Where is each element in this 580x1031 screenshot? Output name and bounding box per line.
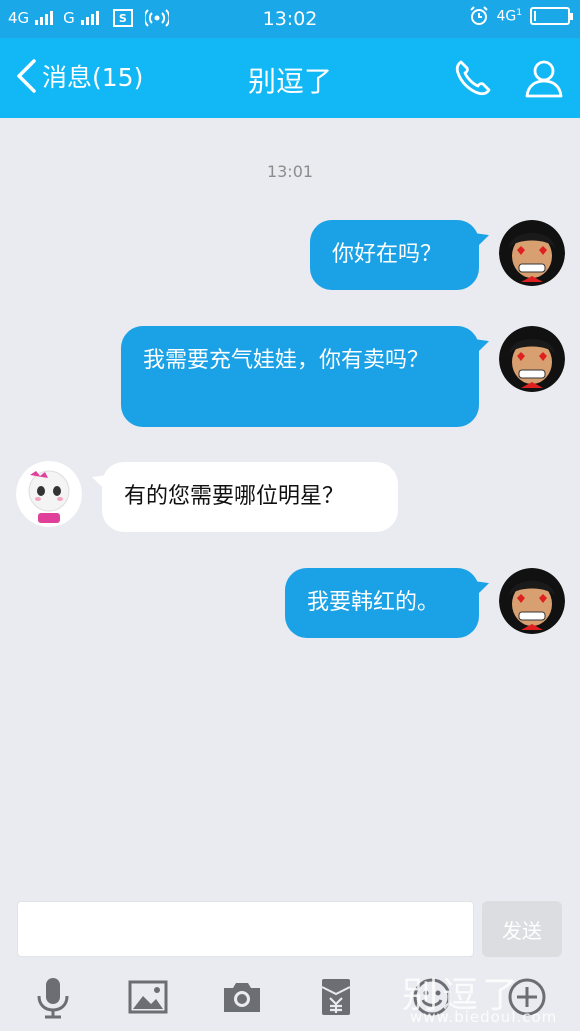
back-button[interactable]: 消息(15) <box>14 58 143 94</box>
send-button[interactable]: 发送 <box>482 901 562 957</box>
status-right: 4G1 <box>469 6 573 26</box>
profile-icon[interactable] <box>522 56 566 100</box>
camera-icon[interactable] <box>220 975 264 1019</box>
network-label-4g-right: 4G1 <box>496 7 523 25</box>
chevron-left-icon <box>17 59 36 93</box>
microphone-icon[interactable] <box>31 975 75 1019</box>
message-text: 有的您需要哪位明星？ <box>124 484 345 509</box>
message-bubble-incoming[interactable]: 有的您需要哪位明星？ <box>102 462 398 532</box>
message-input[interactable] <box>17 901 474 957</box>
emoji-icon[interactable] <box>410 975 454 1019</box>
message-bubble-outgoing[interactable]: 你好在吗？ <box>310 220 479 290</box>
back-label: 消息(15) <box>42 63 144 92</box>
status-bar: 4G G S 13:02 4G1 <box>0 0 580 38</box>
contact-avatar[interactable] <box>16 461 82 527</box>
message-text: 我要韩红的。 <box>307 590 440 615</box>
chat-timestamp: 13:01 <box>266 162 314 181</box>
my-avatar[interactable] <box>499 568 565 634</box>
message-bubble-outgoing[interactable]: 我要韩红的。 <box>285 568 479 638</box>
red-packet-icon[interactable] <box>314 975 358 1019</box>
battery-icon <box>530 7 573 25</box>
plus-icon[interactable] <box>505 975 549 1019</box>
chat-header: 消息(15) 别逗了 <box>0 38 580 118</box>
phone-icon[interactable] <box>451 56 495 100</box>
alarm-icon <box>469 6 488 25</box>
message-bubble-outgoing[interactable]: 我需要充气娃娃，你有卖吗？ <box>121 326 479 427</box>
message-text: 你好在吗？ <box>332 242 443 267</box>
message-text: 我需要充气娃娃，你有卖吗？ <box>143 348 430 373</box>
image-icon[interactable] <box>126 975 170 1019</box>
my-avatar[interactable] <box>499 220 565 286</box>
my-avatar[interactable] <box>499 326 565 392</box>
